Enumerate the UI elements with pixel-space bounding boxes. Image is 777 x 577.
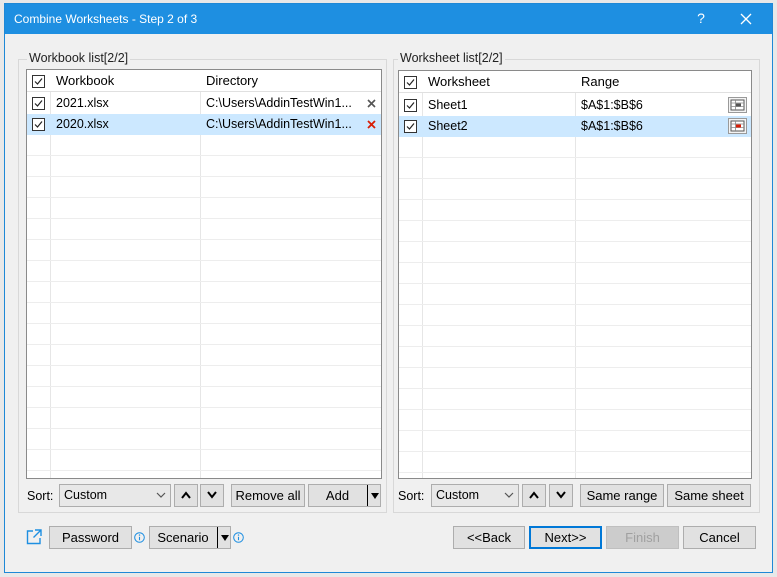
cancel-button[interactable]: Cancel bbox=[683, 526, 756, 549]
select-all-worksheets-checkbox[interactable] bbox=[404, 76, 417, 89]
same-sheet-button[interactable]: Same sheet bbox=[667, 484, 751, 507]
workbook-sort-label: Sort: bbox=[27, 489, 54, 503]
remove-workbook-button[interactable] bbox=[365, 118, 379, 132]
worksheet-range: $A$1:$B$6 bbox=[581, 98, 643, 112]
share-link-button[interactable] bbox=[25, 528, 43, 546]
worksheet-move-up-button[interactable] bbox=[522, 484, 546, 507]
range-picker-icon bbox=[730, 120, 745, 132]
workbook-grid: Workbook Directory 2021.xlsx C:\Users\Ad… bbox=[26, 69, 382, 479]
workbook-sort-select[interactable]: Custom bbox=[59, 484, 171, 507]
worksheet-list-title: Worksheet list[2/2] bbox=[398, 51, 505, 65]
same-range-button[interactable]: Same range bbox=[580, 484, 664, 507]
worksheet-column-header[interactable]: Worksheet bbox=[428, 71, 490, 93]
chevron-up-icon bbox=[529, 491, 539, 499]
workbook-column-header[interactable]: Workbook bbox=[56, 70, 114, 92]
worksheet-row[interactable]: Sheet2 $A$1:$B$6 bbox=[399, 116, 751, 137]
close-button[interactable] bbox=[734, 7, 758, 31]
add-button-label: Add bbox=[325, 488, 350, 503]
checkmark-icon bbox=[406, 123, 415, 130]
move-up-button[interactable] bbox=[174, 484, 198, 507]
help-button[interactable]: ? bbox=[693, 10, 709, 26]
info-icon[interactable] bbox=[134, 532, 145, 543]
scenario-dropdown-arrow[interactable] bbox=[217, 527, 230, 548]
select-all-workbooks-checkbox[interactable] bbox=[32, 75, 45, 88]
worksheet-grid: Worksheet Range Sheet1 $A$1:$B$6 Sheet2 bbox=[398, 70, 752, 479]
checkmark-icon bbox=[34, 121, 43, 128]
remove-all-button[interactable]: Remove all bbox=[231, 484, 305, 507]
workbook-row[interactable]: 2020.xlsx C:\Users\AddinTestWin1... bbox=[27, 114, 381, 135]
remove-icon bbox=[367, 120, 376, 129]
remove-workbook-button[interactable] bbox=[365, 97, 379, 111]
worksheet-name: Sheet1 bbox=[428, 98, 468, 112]
range-column-header[interactable]: Range bbox=[581, 71, 619, 93]
workbook-list-title: Workbook list[2/2] bbox=[27, 51, 131, 65]
chevron-up-icon bbox=[181, 491, 191, 499]
caret-down-icon bbox=[221, 535, 229, 541]
worksheet-move-down-button[interactable] bbox=[549, 484, 573, 507]
scenario-button-label: Scenario bbox=[157, 530, 209, 545]
password-button[interactable]: Password bbox=[49, 526, 132, 549]
remove-icon bbox=[367, 99, 376, 108]
back-button[interactable]: <<Back bbox=[453, 526, 525, 549]
move-down-button[interactable] bbox=[200, 484, 224, 507]
next-button[interactable]: Next>> bbox=[529, 526, 602, 549]
scenario-button[interactable]: Scenario bbox=[149, 526, 231, 549]
window-title: Combine Worksheets - Step 2 of 3 bbox=[14, 12, 198, 26]
workbook-sort-value: Custom bbox=[64, 488, 108, 502]
worksheet-checkbox[interactable] bbox=[404, 99, 417, 112]
workbook-checkbox[interactable] bbox=[32, 97, 45, 110]
chevron-down-icon bbox=[207, 491, 217, 499]
chevron-down-icon bbox=[156, 492, 166, 498]
checkmark-icon bbox=[406, 102, 415, 109]
workbook-directory: C:\Users\AddinTestWin1... bbox=[206, 96, 352, 110]
chevron-down-icon bbox=[504, 492, 514, 498]
checkmark-icon bbox=[34, 100, 43, 107]
checkmark-icon bbox=[406, 79, 415, 86]
worksheet-sort-value: Custom bbox=[436, 488, 480, 502]
worksheet-sort-label: Sort: bbox=[398, 489, 425, 503]
worksheet-row[interactable]: Sheet1 $A$1:$B$6 bbox=[399, 95, 751, 116]
worksheet-name: Sheet2 bbox=[428, 119, 468, 133]
dialog-window: Combine Worksheets - Step 2 of 3 ? Workb… bbox=[4, 3, 773, 573]
close-icon bbox=[740, 13, 752, 25]
caret-down-icon bbox=[371, 493, 379, 499]
add-dropdown-arrow[interactable] bbox=[367, 485, 380, 506]
workbook-grid-header: Workbook Directory bbox=[27, 70, 381, 92]
worksheet-checkbox[interactable] bbox=[404, 120, 417, 133]
finish-button[interactable]: Finish bbox=[606, 526, 679, 549]
workbook-checkbox[interactable] bbox=[32, 118, 45, 131]
chevron-down-icon bbox=[556, 491, 566, 499]
worksheet-range: $A$1:$B$6 bbox=[581, 119, 643, 133]
title-bar: Combine Worksheets - Step 2 of 3 ? bbox=[5, 4, 772, 34]
add-button[interactable]: Add bbox=[308, 484, 381, 507]
worksheet-grid-header: Worksheet Range bbox=[399, 71, 751, 93]
workbook-row[interactable]: 2021.xlsx C:\Users\AddinTestWin1... bbox=[27, 93, 381, 114]
worksheet-sort-select[interactable]: Custom bbox=[431, 484, 519, 507]
select-range-button[interactable] bbox=[728, 97, 747, 113]
info-icon[interactable] bbox=[233, 532, 244, 543]
external-link-icon bbox=[26, 529, 42, 545]
range-picker-icon bbox=[730, 99, 745, 111]
workbook-name: 2020.xlsx bbox=[56, 117, 109, 131]
select-range-button[interactable] bbox=[728, 118, 747, 134]
workbook-name: 2021.xlsx bbox=[56, 96, 109, 110]
workbook-directory: C:\Users\AddinTestWin1... bbox=[206, 117, 352, 131]
directory-column-header[interactable]: Directory bbox=[206, 70, 258, 92]
checkmark-icon bbox=[34, 78, 43, 85]
